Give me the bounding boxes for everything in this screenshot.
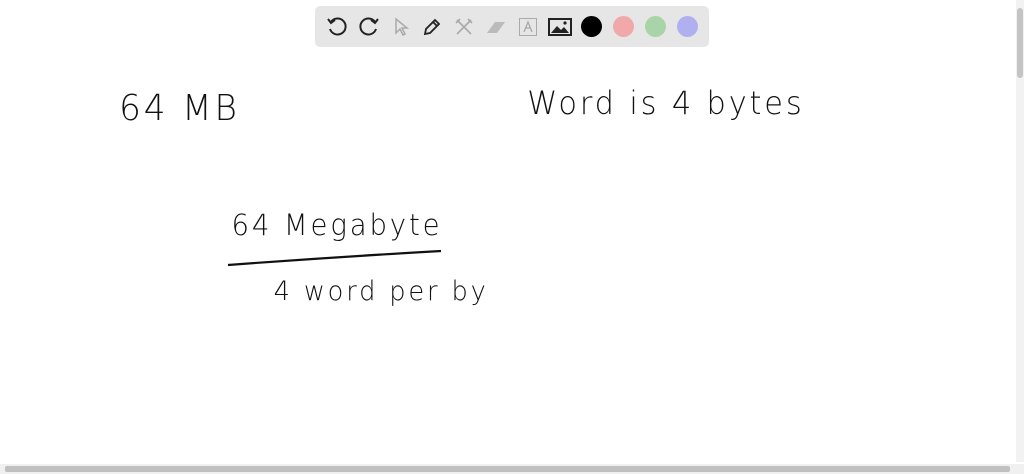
fraction-denominator: 4 word per by bbox=[273, 276, 489, 307]
undo-icon[interactable] bbox=[324, 14, 350, 40]
note-64mb: 64 MB bbox=[119, 88, 240, 129]
horizontal-scrollbar[interactable] bbox=[0, 464, 1024, 474]
black-swatch[interactable] bbox=[581, 16, 603, 37]
note-word-size: Word is 4 bytes bbox=[527, 84, 805, 122]
pen-icon[interactable] bbox=[419, 14, 445, 40]
redo-icon[interactable] bbox=[356, 14, 382, 40]
color-red[interactable] bbox=[610, 14, 636, 40]
fraction-line bbox=[227, 249, 442, 267]
text-icon[interactable] bbox=[515, 14, 541, 40]
color-black[interactable] bbox=[579, 14, 605, 40]
color-green[interactable] bbox=[642, 14, 668, 40]
tools-icon[interactable] bbox=[451, 14, 477, 40]
color-blue[interactable] bbox=[674, 14, 700, 40]
fraction-numerator: 64 Megabyte bbox=[231, 208, 443, 242]
vertical-scroll-thumb[interactable] bbox=[1017, 8, 1023, 78]
horizontal-scroll-thumb[interactable] bbox=[5, 466, 1010, 472]
blue-swatch[interactable] bbox=[676, 16, 698, 37]
drawing-toolbar bbox=[315, 6, 709, 47]
green-swatch[interactable] bbox=[644, 16, 666, 37]
eraser-icon[interactable] bbox=[483, 14, 509, 40]
red-swatch[interactable] bbox=[612, 16, 634, 37]
select-icon[interactable] bbox=[388, 14, 414, 40]
image-icon[interactable] bbox=[547, 14, 573, 40]
vertical-scrollbar[interactable] bbox=[1016, 0, 1024, 462]
